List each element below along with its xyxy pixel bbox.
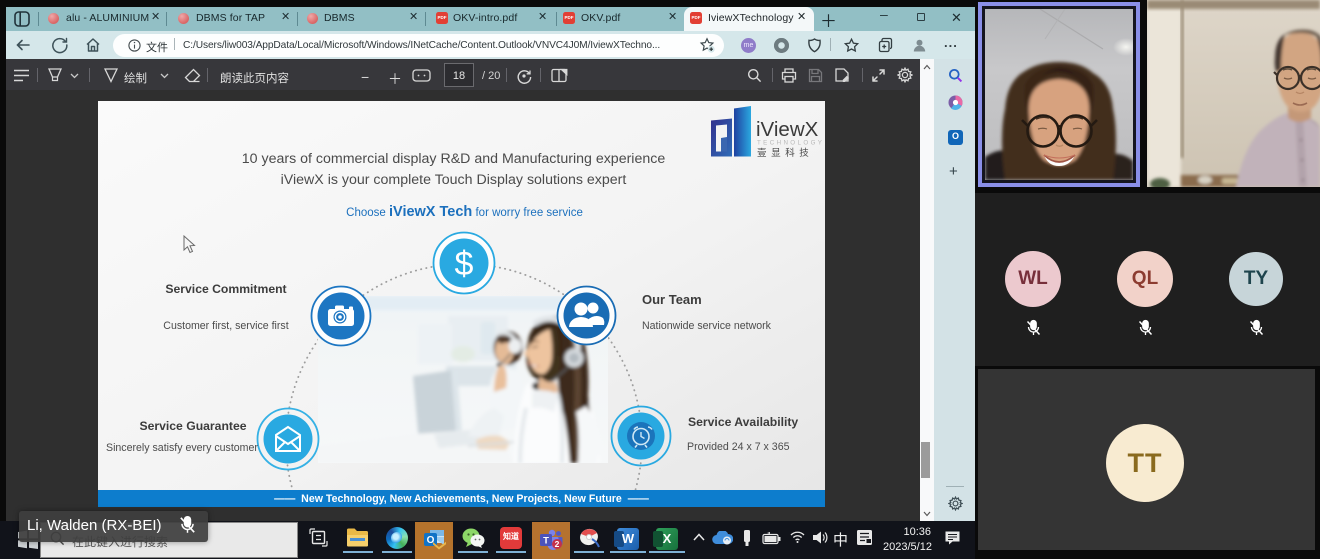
svg-text:$: $ bbox=[455, 245, 474, 283]
svg-text:2: 2 bbox=[555, 539, 560, 549]
svg-text:T: T bbox=[543, 536, 549, 547]
